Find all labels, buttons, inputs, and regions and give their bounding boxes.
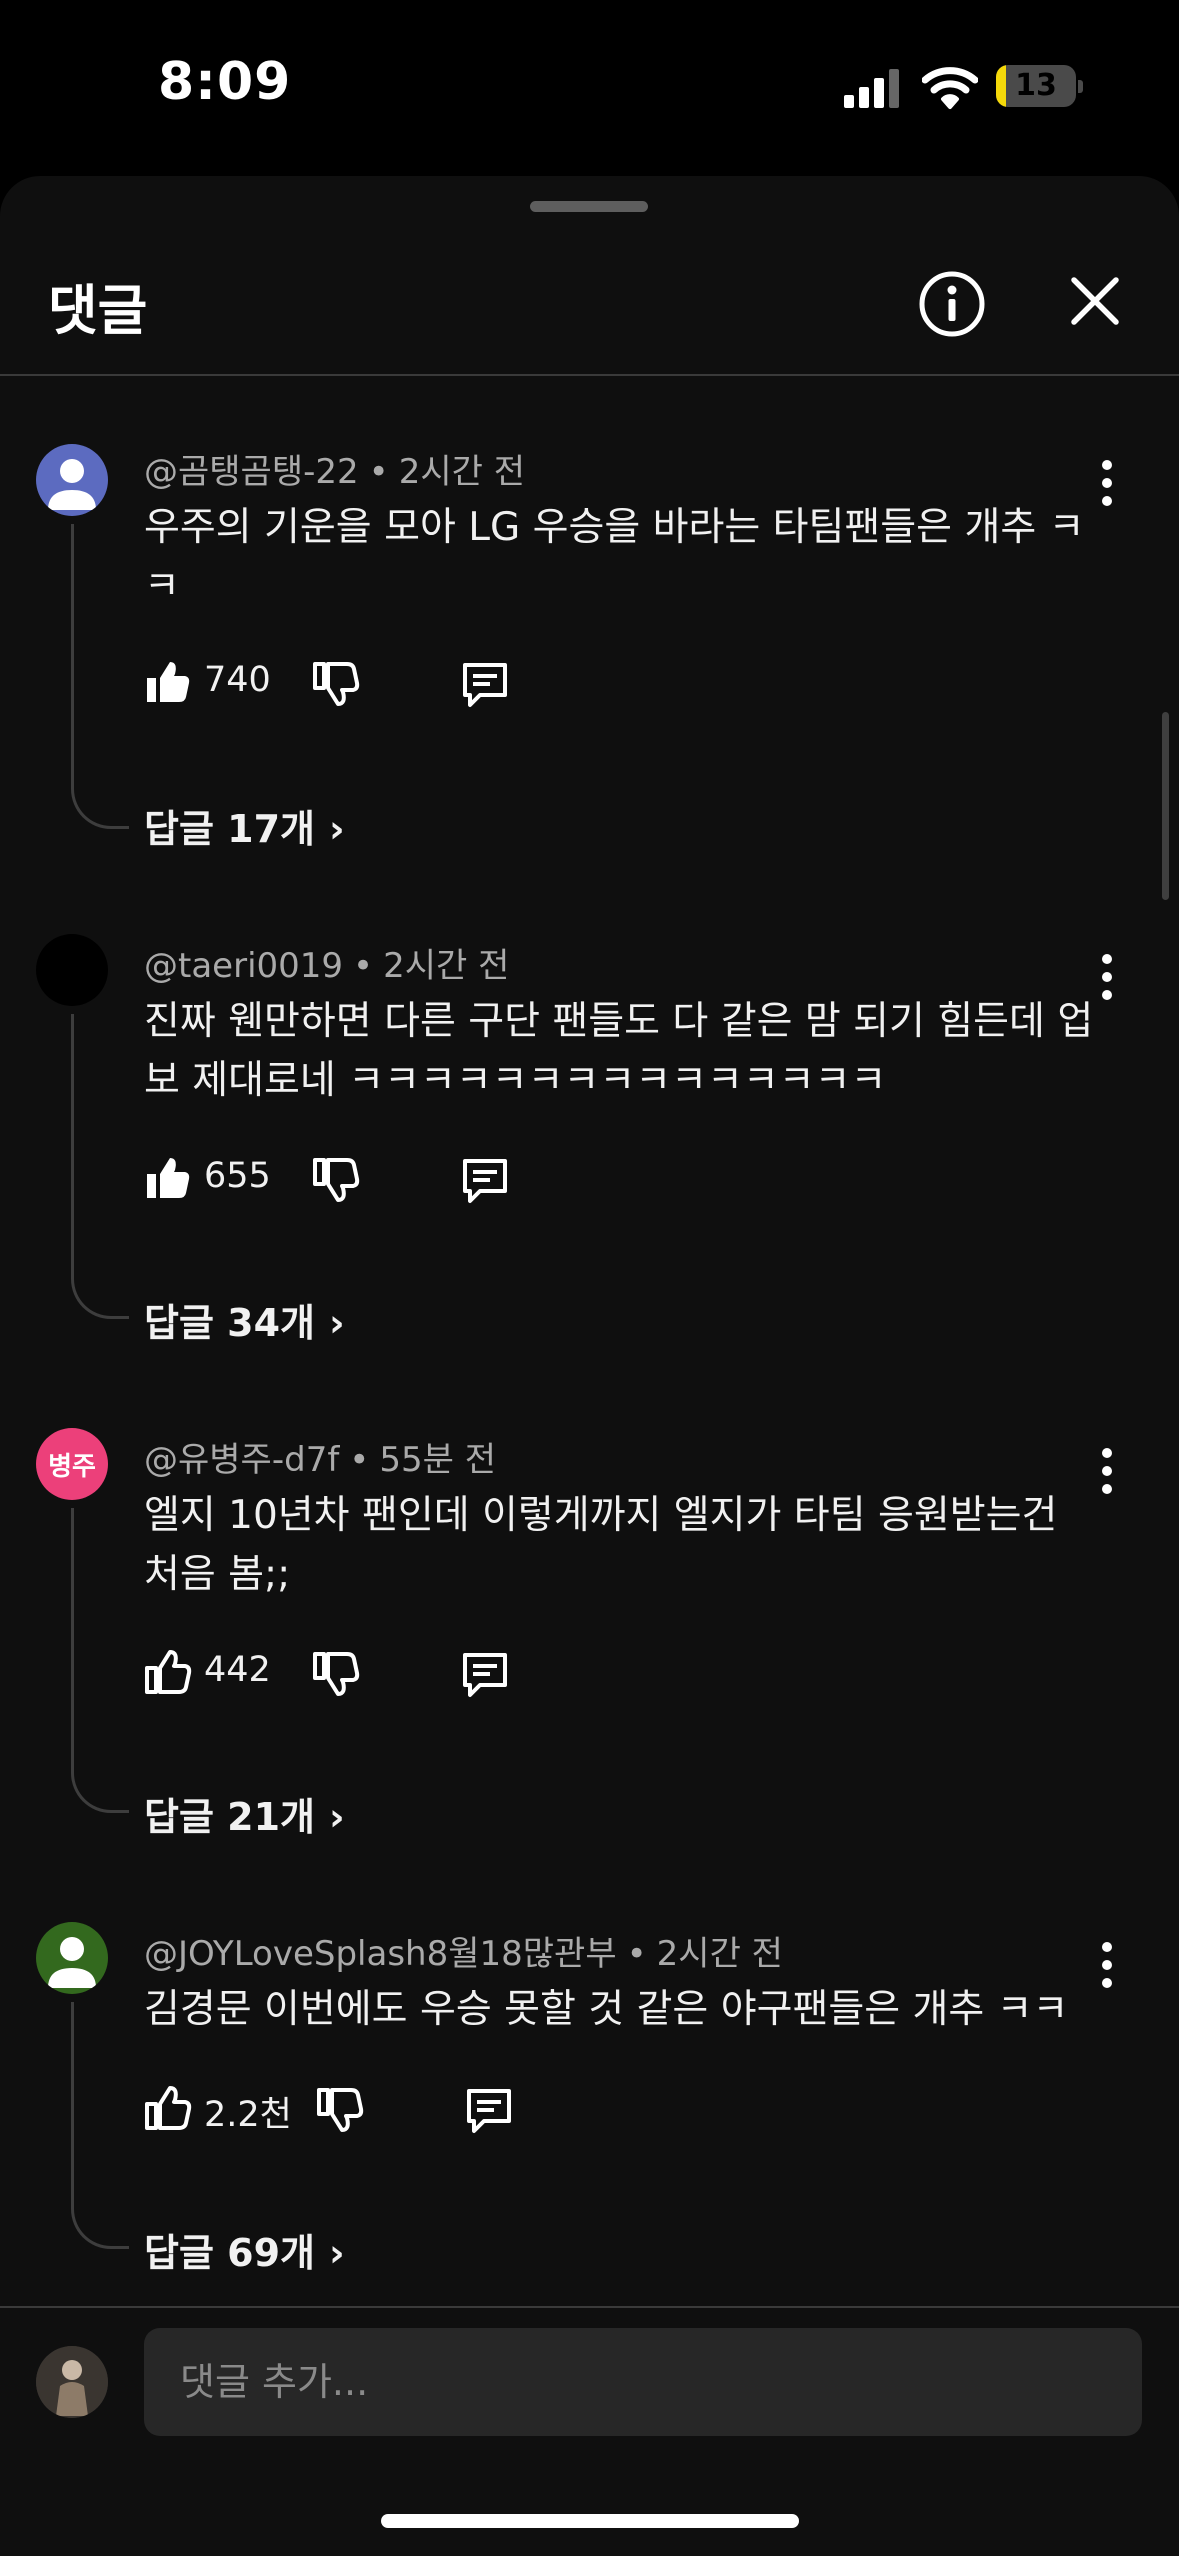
comment-meta: @JOYLoveSplash8월18많관부 • 2시간 전 xyxy=(144,1926,783,1975)
replies-count: 답글 21개 xyxy=(144,1795,315,1839)
user-avatar[interactable] xyxy=(36,2346,108,2418)
comment-meta: @곰탱곰탱-22 • 2시간 전 xyxy=(144,444,525,493)
comment-thread: @곰탱곰탱-22 • 2시간 전 우주의 기운을 모아 LG 우승을 바라는 타팀팬… xyxy=(0,420,1179,860)
replies-link[interactable]: 답글 69개 › xyxy=(144,2222,345,2277)
separator-dot: • xyxy=(368,452,389,492)
avatar[interactable] xyxy=(36,444,108,516)
like-count: 442 xyxy=(204,1650,271,1690)
chevron-right-icon: › xyxy=(329,1301,345,1345)
reply-icon[interactable] xyxy=(460,1156,510,1206)
more-options-icon[interactable] xyxy=(1092,952,1122,1002)
replies-link[interactable]: 답글 34개 › xyxy=(144,1292,345,1347)
input-divider xyxy=(0,2306,1179,2308)
drag-handle[interactable] xyxy=(530,201,648,212)
comment-time: 2시간 전 xyxy=(656,1934,783,1974)
chevron-right-icon: › xyxy=(329,2231,345,2275)
separator-dot: • xyxy=(353,946,374,986)
more-options-icon[interactable] xyxy=(1092,458,1122,508)
add-comment-input[interactable] xyxy=(144,2328,1142,2436)
comment-thread: @JOYLoveSplash8월18많관부 • 2시간 전 김경문 이번에도 우승 … xyxy=(0,1902,1179,2282)
sheet-title: 댓글 xyxy=(48,279,148,342)
dislike-icon[interactable] xyxy=(310,660,360,710)
person-icon xyxy=(48,459,96,510)
comment-author[interactable]: @유병주-d7f xyxy=(144,1440,339,1480)
wifi-icon xyxy=(922,67,978,109)
like-icon[interactable] xyxy=(142,656,192,706)
comment-text: 진짜 웬만하면 다른 구단 팬들도 다 같은 맘 되기 힘든데 업보 제대로네 … xyxy=(144,999,1094,1103)
comment-author[interactable]: @taeri0019 xyxy=(144,946,343,986)
separator-dot: • xyxy=(626,1934,647,1974)
thread-line xyxy=(71,2002,129,2249)
battery-icon: 13 xyxy=(996,65,1076,107)
battery-percent: 13 xyxy=(1015,68,1057,103)
status-time: 8:09 xyxy=(158,52,292,112)
avatar[interactable] xyxy=(36,934,108,1006)
dislike-icon[interactable] xyxy=(310,1650,360,1700)
comment-text: 김경문 이번에도 우승 못할 것 같은 야구팬들은 개추 ㅋㅋ xyxy=(144,1987,1069,2032)
info-icon[interactable] xyxy=(918,270,986,338)
like-icon[interactable] xyxy=(142,1646,192,1696)
user-photo-icon xyxy=(36,2346,108,2418)
comment-author[interactable]: @곰탱곰탱-22 xyxy=(144,452,359,492)
comment-meta: @taeri0019 • 2시간 전 xyxy=(144,938,509,987)
chevron-right-icon: › xyxy=(329,807,345,851)
comment-thread: 병주 @유병주-d7f • 55분 전 엘지 10년차 팬인데 이렇게까지 엘지가 … xyxy=(0,1408,1179,1848)
comment-time: 2시간 전 xyxy=(398,452,525,492)
replies-count: 답글 34개 xyxy=(144,1301,315,1345)
like-count: 740 xyxy=(204,660,271,700)
header-divider xyxy=(0,374,1179,376)
avatar[interactable] xyxy=(36,1922,108,1994)
replies-link[interactable]: 답글 17개 › xyxy=(144,798,345,853)
comment-author[interactable]: @JOYLoveSplash8월18많관부 xyxy=(144,1934,617,1974)
comment-thread: @taeri0019 • 2시간 전 진짜 웬만하면 다른 구단 팬들도 다 같은 … xyxy=(0,914,1179,1354)
comment-text: 엘지 10년차 팬인데 이렇게까지 엘지가 타팀 응원받는건 처음 봄;; xyxy=(144,1493,1058,1597)
reply-icon[interactable] xyxy=(464,2086,514,2136)
reply-icon[interactable] xyxy=(460,1650,510,1700)
battery-tip xyxy=(1078,80,1083,93)
more-options-icon[interactable] xyxy=(1092,1940,1122,1990)
dislike-icon[interactable] xyxy=(314,2086,364,2136)
cellular-signal-icon xyxy=(844,69,899,108)
thread-line xyxy=(71,524,129,829)
person-icon xyxy=(48,1937,96,1988)
reply-icon[interactable] xyxy=(460,660,510,710)
like-icon[interactable] xyxy=(142,2082,192,2132)
comment-text: 우주의 기운을 모아 LG 우승을 바라는 타팀팬들은 개추 ㅋㅋ xyxy=(144,505,1085,609)
comment-time: 55분 전 xyxy=(379,1440,496,1480)
chevron-right-icon: › xyxy=(329,1795,345,1839)
avatar-initials: 병주 xyxy=(48,1451,96,1482)
like-count: 655 xyxy=(204,1156,271,1196)
replies-count: 답글 17개 xyxy=(144,807,315,851)
like-icon[interactable] xyxy=(142,1152,192,1202)
close-icon[interactable] xyxy=(1070,276,1120,326)
home-indicator xyxy=(381,2514,799,2528)
thread-line xyxy=(71,1014,129,1319)
comment-meta: @유병주-d7f • 55분 전 xyxy=(144,1432,496,1481)
dislike-icon[interactable] xyxy=(310,1156,360,1206)
like-count: 2.2천 xyxy=(204,2095,292,2135)
comment-time: 2시간 전 xyxy=(383,946,510,986)
avatar[interactable]: 병주 xyxy=(36,1428,108,1500)
separator-dot: • xyxy=(349,1440,370,1480)
more-options-icon[interactable] xyxy=(1092,1446,1122,1496)
thread-line xyxy=(71,1508,129,1813)
replies-count: 답글 69개 xyxy=(144,2231,315,2275)
replies-link[interactable]: 답글 21개 › xyxy=(144,1786,345,1841)
